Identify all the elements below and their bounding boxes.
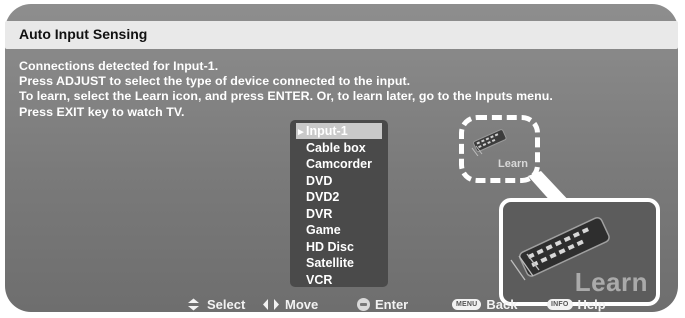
menu-key-badge: MENU <box>452 299 482 310</box>
footer-help-bar: Select Move Enter MENU Back INFO Help <box>0 297 685 315</box>
learn-zoom-callout: Learn <box>499 198 660 306</box>
enter-button-icon <box>357 298 370 311</box>
learn-zoom-label: Learn <box>574 267 648 297</box>
remote-control-icon <box>470 126 510 161</box>
up-down-arrows-icon <box>185 298 202 311</box>
footer-back: MENU Back <box>452 297 518 312</box>
left-right-arrows-icon <box>262 298 280 311</box>
info-key-badge: INFO <box>547 299 573 310</box>
learn-label: Learn <box>498 158 528 170</box>
footer-enter: Enter <box>357 297 408 312</box>
footer-help: INFO Help <box>547 297 606 312</box>
footer-select: Select <box>185 297 245 312</box>
footer-enter-label: Enter <box>375 297 409 312</box>
footer-select-label: Select <box>207 297 246 312</box>
footer-move: Move <box>262 297 318 312</box>
learn-button[interactable]: Learn <box>459 115 540 183</box>
footer-back-label: Back <box>486 297 518 312</box>
footer-move-label: Move <box>285 297 319 312</box>
footer-help-label: Help <box>577 297 606 312</box>
